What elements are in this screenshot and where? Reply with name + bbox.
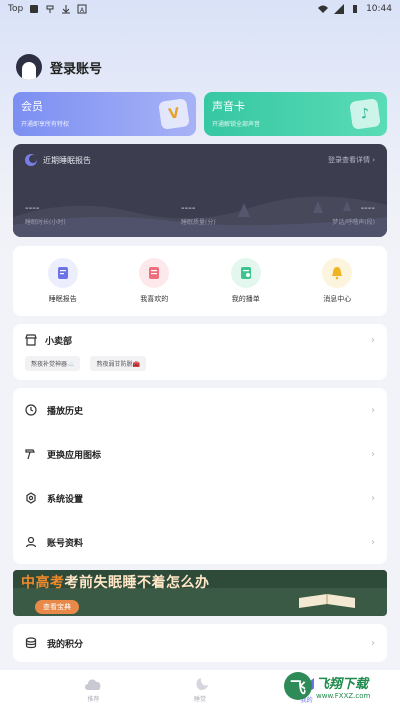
shop-panel[interactable]: 小卖部 › 熬夜补觉神器☁️ 熬夜弱甘防脱🧰 xyxy=(13,324,387,380)
vip-badge-icon: V xyxy=(158,98,190,130)
metric-sleep-talk: ---- 梦话/呼噜声(段) xyxy=(332,203,375,226)
shop-title: 小卖部 xyxy=(45,336,73,347)
hammer-icon xyxy=(25,448,37,460)
menu-change-app-icon[interactable]: 更换应用图标 › xyxy=(13,432,387,476)
tab-sleep[interactable]: 睡觉 xyxy=(170,677,230,703)
bell-icon xyxy=(322,258,353,288)
shop-tag[interactable]: 熬夜补觉神器☁️ xyxy=(25,356,81,371)
chevron-right-icon: › xyxy=(371,637,375,649)
quick-actions-panel: 睡眠报告 我喜欢的 我的播单 消息中心 xyxy=(13,246,387,316)
avatar[interactable] xyxy=(16,54,42,80)
site-watermark: 飞 飞翔下载 www.FXXZ.com xyxy=(284,668,396,704)
quick-action-messages[interactable]: 消息中心 xyxy=(302,258,372,304)
app-icon xyxy=(30,5,39,13)
watermark-name: 飞翔下载 xyxy=(316,676,369,692)
chevron-right-icon: › xyxy=(371,334,375,346)
status-app-label: Top xyxy=(8,4,24,14)
sleep-report-title: 近期睡眠报告 xyxy=(43,155,91,165)
download-icon xyxy=(62,5,71,14)
tab-recommend[interactable]: 推荐 xyxy=(63,677,123,703)
menu-system-settings[interactable]: 系统设置 › xyxy=(13,476,387,520)
menu-account-profile[interactable]: 账号资料 › xyxy=(13,520,387,564)
book-icon xyxy=(299,594,355,608)
shop-tag[interactable]: 熬夜弱甘防脱🧰 xyxy=(90,356,146,371)
shop-icon xyxy=(25,334,37,346)
banner-headline: 中高考考前失眠睡不着怎么办 xyxy=(21,575,210,591)
quick-action-favorites[interactable]: 我喜欢的 xyxy=(119,258,189,304)
banner-view-guide-button[interactable]: 查看宝典 xyxy=(35,600,79,614)
coins-icon xyxy=(25,637,37,649)
vip-card[interactable]: 会员 开通即享所有特权 V xyxy=(13,92,196,136)
login-view-details-link[interactable]: 登录查看详情 › xyxy=(328,155,375,165)
settings-menu: 播放历史 › 更换应用图标 › 系统设置 › 账号资料 › xyxy=(13,388,387,564)
login-account-label[interactable]: 登录账号 xyxy=(50,58,102,77)
music-note-icon: ♪ xyxy=(349,98,381,130)
metric-sleep-quality: ---- 睡眠质量(分) xyxy=(181,203,216,226)
my-points-row[interactable]: 我的积分 › xyxy=(13,624,387,662)
battery-icon xyxy=(353,5,358,13)
quick-action-playlist[interactable]: 我的播单 xyxy=(211,258,281,304)
favorite-icon xyxy=(139,258,170,288)
report-icon xyxy=(47,258,78,288)
metric-sleep-duration: ---- 睡眠时长(小时) xyxy=(25,203,66,226)
profile-header[interactable]: 登录账号 xyxy=(16,54,102,80)
watermark-url: www.FXXZ.com xyxy=(316,691,371,700)
status-time: 10:44 xyxy=(366,4,392,14)
playlist-icon xyxy=(230,258,261,288)
user-icon xyxy=(25,536,37,548)
cloud-icon xyxy=(85,679,101,690)
status-bar: Top A 10:44 xyxy=(0,0,400,18)
exam-insomnia-banner[interactable]: 中高考考前失眠睡不着怎么办 查看宝典 xyxy=(13,570,387,616)
usb-icon xyxy=(46,5,54,13)
menu-play-history[interactable]: 播放历史 › xyxy=(13,388,387,432)
moon-icon xyxy=(25,154,37,166)
wifi-icon xyxy=(318,5,329,13)
chevron-right-icon: › xyxy=(371,536,375,548)
signal-icon xyxy=(334,4,345,14)
quick-action-sleep-report[interactable]: 睡眠报告 xyxy=(28,258,98,304)
sleep-report-card[interactable]: 近期睡眠报告 登录查看详情 › ---- 睡眠时长(小时) ---- 睡眠质量(… xyxy=(13,144,387,237)
chevron-right-icon: › xyxy=(371,448,375,460)
moon-icon xyxy=(196,678,208,690)
voice-card[interactable]: 声音卡 开通解锁全部声音 ♪ xyxy=(204,92,387,136)
chevron-right-icon: › xyxy=(371,404,375,416)
watermark-logo: 飞 xyxy=(284,672,312,700)
clock-icon xyxy=(25,404,37,416)
gear-icon xyxy=(25,492,37,504)
a-icon: A xyxy=(77,4,87,14)
chevron-right-icon: › xyxy=(371,492,375,504)
